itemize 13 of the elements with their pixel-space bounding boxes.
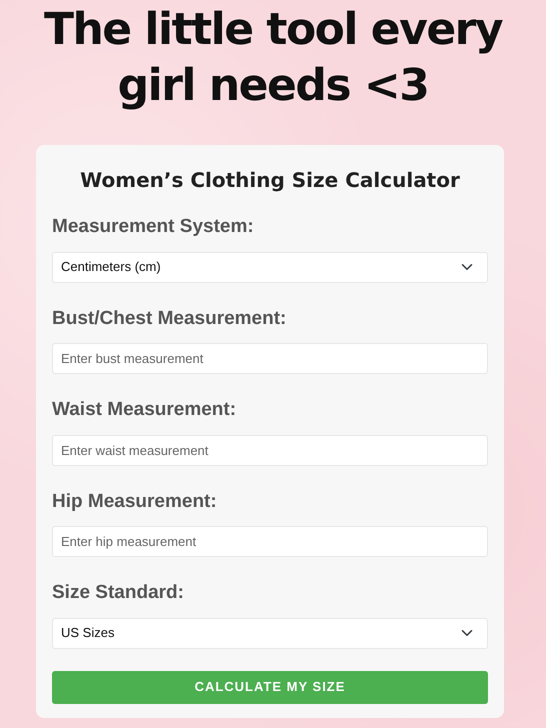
input-field[interactable]: Enter bust measurement <box>52 343 488 374</box>
select-field[interactable]: Centimeters (cm) <box>52 252 488 282</box>
field-label: Bust/Chest Measurement: <box>52 306 286 330</box>
input-field[interactable]: Enter waist measurement <box>52 434 488 466</box>
field-label: Size Standard: <box>52 581 184 605</box>
field-label: Waist Measurement: <box>52 398 236 422</box>
form-title: Women’s Clothing Size Calculator <box>79 167 461 194</box>
input-field[interactable]: Enter hip measurement <box>52 526 488 557</box>
headline: girl needs <3 <box>118 59 428 113</box>
field-label: Hip Measurement: <box>52 490 217 514</box>
select-field[interactable]: US Sizes <box>52 618 488 648</box>
field-label: Measurement System: <box>52 215 254 239</box>
headline: The little tool every <box>44 3 502 57</box>
